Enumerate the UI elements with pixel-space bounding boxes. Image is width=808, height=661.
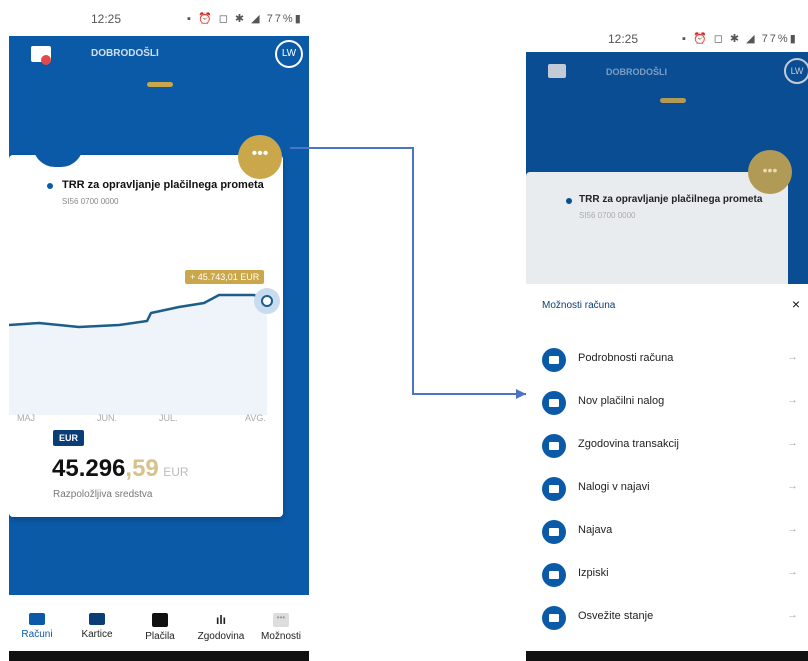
arrow-right-icon: → [787, 609, 798, 621]
menu-item-label: Izpiski [578, 567, 609, 579]
system-nav-bar [526, 651, 808, 661]
menu-item-label: Najava [578, 524, 613, 536]
statement-icon [542, 563, 566, 587]
arrow-right-icon: → [787, 480, 798, 492]
menu-item-label: Podrobnosti računa [578, 352, 674, 364]
sheet-title: Možnosti računa [542, 300, 616, 311]
account-card-dimmed: TRR za opravljanje plačilnega prometa SI… [526, 172, 788, 292]
close-button[interactable]: × [792, 296, 800, 312]
status-icons: ▪ ⏰ ◻ ✱ ◢ 77%▮ [682, 33, 798, 45]
arrow-right-icon: → [787, 351, 798, 363]
account-options-sheet: Možnosti računa × Podrobnosti računa → N… [526, 284, 808, 651]
menu-item-transaction-history[interactable]: Zgodovina transakcij → [526, 426, 808, 466]
menu-item-label: Nalogi v najavi [578, 481, 650, 493]
menu-item-refresh-balance[interactable]: Osvežite stanje → [526, 598, 808, 638]
arrow-right-icon: → [787, 394, 798, 406]
page-indicator [660, 98, 686, 103]
menu-item-label: Osvežite stanje [578, 610, 654, 622]
arrow-right-icon: → [787, 523, 798, 535]
document-icon [542, 520, 566, 544]
menu-item-new-payment[interactable]: Nov plačilni nalog → [526, 383, 808, 423]
mail-icon [548, 64, 566, 78]
account-name: TRR za opravljanje plačilnega prometa [579, 194, 763, 205]
menu-item-label: Nov plačilni nalog [578, 395, 665, 407]
menu-item-announcement[interactable]: Najava → [526, 512, 808, 552]
arrow-right-icon: → [787, 437, 798, 449]
options-screen: 12:25 ▪ ⏰ ◻ ✱ ◢ 77%▮ DOBRODOŠLI LW TRR z… [526, 0, 808, 661]
bar-chart-icon [542, 434, 566, 458]
card-icon [542, 348, 566, 372]
page-title: DOBRODOŠLI [606, 67, 668, 77]
account-iban: SI56 0700 0000 [579, 211, 636, 220]
menu-item-label: Zgodovina transakcij [578, 438, 679, 450]
menu-item-statements[interactable]: Izpiski → [526, 555, 808, 595]
account-bullet [566, 198, 572, 204]
arrow-right-icon: → [787, 566, 798, 578]
menu-item-account-details[interactable]: Podrobnosti računa → [526, 340, 808, 380]
status-bar: 12:25 ▪ ⏰ ◻ ✱ ◢ 77%▮ [526, 20, 808, 52]
more-options-button: ••• [748, 150, 792, 194]
wallet-icon [542, 391, 566, 415]
refresh-icon [542, 606, 566, 630]
battery-level: 77% [761, 33, 790, 45]
status-time: 12:25 [608, 32, 639, 46]
document-icon [542, 477, 566, 501]
menu-item-scheduled-orders[interactable]: Nalogi v najavi → [526, 469, 808, 509]
avatar: LW [784, 58, 808, 84]
